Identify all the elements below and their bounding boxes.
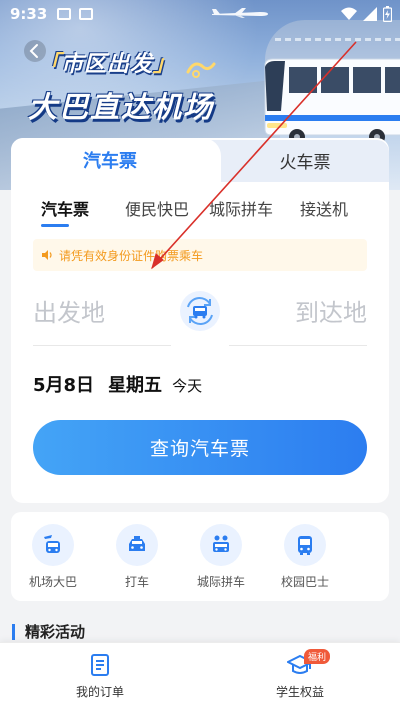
status-bar: 9:33: [0, 0, 400, 28]
service-airport-bus[interactable]: 机场大巴: [11, 524, 95, 590]
promo-line-2: 大巴直达机场: [28, 90, 215, 124]
text-icon: [79, 8, 94, 20]
signal-icon: [363, 7, 377, 21]
swirl-decoration-icon: [186, 62, 216, 78]
service-taxi-label: 打车: [124, 575, 149, 589]
subtab-active-indicator: [41, 224, 69, 227]
taxi-icon: [116, 524, 158, 566]
subtab-airport-transfer[interactable]: 接送机: [300, 196, 348, 220]
promo-line-1-text: 市区出发: [61, 52, 154, 77]
gallery-icon: [57, 8, 72, 20]
travel-weekday: 星期五: [108, 375, 163, 396]
tab-train-ticket[interactable]: 火车票: [221, 138, 389, 182]
status-time: 9:33: [10, 5, 48, 23]
promo-bracket-close: 」: [153, 52, 177, 77]
bus-illustration: [264, 58, 400, 145]
arrival-underline: [229, 345, 367, 346]
tab-bus-ticket-label: 汽车票: [83, 151, 137, 172]
benefit-badge: 福利: [304, 649, 331, 664]
service-taxi[interactable]: 打车: [95, 524, 179, 590]
order-list-icon: [91, 654, 109, 676]
tab-bus-ticket[interactable]: 汽车票: [11, 138, 221, 182]
swap-bus-icon: [187, 297, 213, 325]
airport-bus-icon: [32, 524, 74, 566]
travel-relative-day: 今天: [172, 377, 203, 395]
promo-line-1: 「 市区出发 」: [38, 45, 176, 79]
travel-date: 5月8日: [33, 375, 95, 396]
subtab-bus-ticket[interactable]: 汽车票: [41, 196, 89, 220]
tab-train-ticket-label: 火车票: [279, 152, 331, 173]
battery-icon: [383, 6, 392, 22]
campus-bus-icon: [284, 524, 326, 566]
notice-bar: 请凭有效身份证件购票乘车: [33, 239, 367, 271]
subtab-intercity-carpool[interactable]: 城际拼车: [209, 196, 273, 220]
subtab-convenience-bus[interactable]: 便民快巴: [125, 196, 189, 220]
service-campus-bus-label: 校园巴士: [280, 575, 329, 589]
sub-tabs: 汽车票 便民快巴 城际拼车 接送机: [11, 196, 389, 227]
wifi-icon: [341, 7, 357, 20]
notice-text: 请凭有效身份证件购票乘车: [59, 248, 204, 263]
chevron-left-icon[interactable]: [24, 40, 46, 62]
nav-student-benefits-label: 学生权益: [275, 685, 324, 699]
swap-button[interactable]: [180, 291, 220, 331]
carpool-icon: [200, 524, 242, 566]
departure-city-field[interactable]: 出发地: [33, 293, 105, 328]
activity-section-title: 精彩活动: [12, 624, 85, 640]
status-right-icons: [341, 6, 392, 22]
date-selector[interactable]: 5月8日 星期五 今天: [33, 371, 202, 397]
service-campus-bus[interactable]: 校园巴士: [263, 524, 347, 590]
ticket-search-card: 汽车票 火车票 汽车票 便民快巴 城际拼车 接送机 请凭有效身份证件购票乘车 出…: [11, 138, 389, 503]
service-intercity-carpool[interactable]: 城际拼车: [179, 524, 263, 590]
service-airport-bus-label: 机场大巴: [28, 575, 77, 589]
ticket-type-tabs: 汽车票 火车票: [11, 138, 389, 182]
bottom-nav: 我的订单 福利 学生权益: [0, 642, 400, 711]
nav-student-benefits[interactable]: 福利 学生权益: [250, 649, 350, 700]
nav-my-orders[interactable]: 我的订单: [50, 653, 150, 700]
departure-underline: [33, 345, 171, 346]
quick-services: 机场大巴 打车 城际拼车 校园巴士: [11, 512, 389, 601]
service-intercity-carpool-label: 城际拼车: [196, 575, 245, 589]
arrival-city-field[interactable]: 到达地: [295, 293, 367, 328]
search-bus-ticket-button[interactable]: 查询汽车票: [33, 420, 367, 475]
nav-my-orders-label: 我的订单: [75, 685, 124, 699]
speaker-icon: [42, 250, 52, 260]
